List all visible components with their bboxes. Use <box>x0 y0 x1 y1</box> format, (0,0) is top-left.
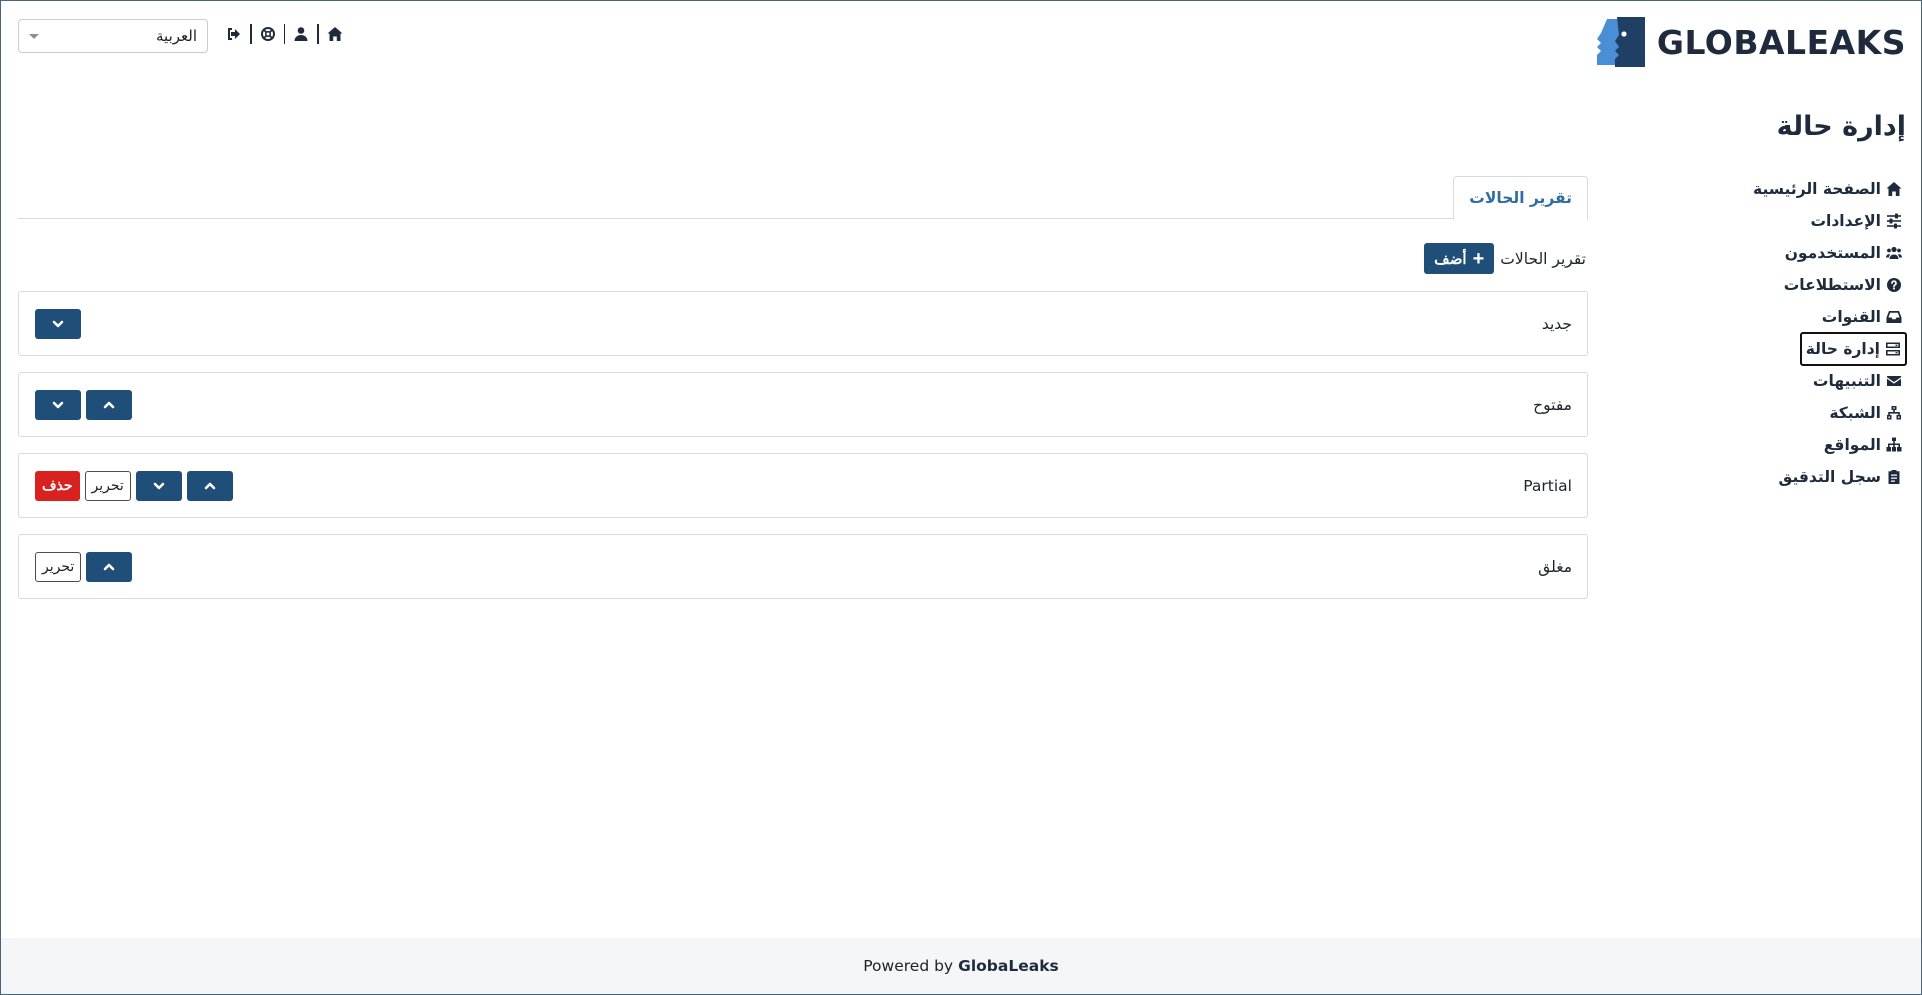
row-actions <box>35 389 132 420</box>
envelope-icon <box>1887 376 1901 386</box>
top-nav <box>223 23 346 45</box>
language-select[interactable]: العربية <box>18 19 208 53</box>
row-actions <box>35 308 81 339</box>
plus-icon: + <box>1472 247 1485 270</box>
edit-button[interactable]: تحرير <box>35 551 82 582</box>
sidebar-item-label: المواقع <box>1823 436 1881 454</box>
status-row: جديد <box>18 291 1588 356</box>
status-name: Partial <box>1523 476 1572 495</box>
clipboard-icon <box>1888 470 1900 484</box>
chevron-up-icon <box>103 401 115 408</box>
row-actions: تحرير <box>35 551 133 582</box>
app-title: GLOBALEAKS <box>1656 22 1906 62</box>
move-down-button[interactable] <box>135 470 182 501</box>
move-down-button[interactable] <box>35 308 81 339</box>
chevron-up-icon <box>204 482 216 489</box>
nav-divider <box>283 24 285 44</box>
add-status-button[interactable]: + أضف <box>1424 243 1495 274</box>
sidebar-item-label: القنوات <box>1821 308 1881 326</box>
status-name: مغلق <box>1538 557 1572 576</box>
app-logo[interactable]: GLOBALEAKS <box>1593 15 1906 69</box>
tab-bar: تقرير الحالات <box>18 176 1588 220</box>
footer-prefix: Powered by <box>863 957 954 975</box>
sidebar-item-users[interactable]: المستخدمون <box>1781 237 1906 269</box>
sidebar-item-label: إدارة حالة <box>1805 340 1880 358</box>
user-icon[interactable] <box>290 23 312 45</box>
support-icon[interactable] <box>257 23 279 45</box>
globaleaks-logo-icon <box>1596 17 1645 67</box>
nav-divider <box>250 24 252 44</box>
chevron-down-icon <box>153 482 165 489</box>
sidebar-item-label: الإعدادات <box>1810 212 1881 230</box>
nav-divider <box>317 24 319 44</box>
network-icon <box>1887 406 1901 420</box>
question-icon <box>1887 278 1901 292</box>
chevron-up-icon <box>103 563 115 570</box>
inbox-icon <box>1886 311 1902 323</box>
users-icon <box>1886 246 1902 259</box>
status-name: مفتوح <box>1533 395 1572 414</box>
sidebar-item-label: المستخدمون <box>1784 244 1881 262</box>
footer: Powered by GlobaLeaks <box>1 938 1921 994</box>
status-list: جديد مفتوح Partial حذف تحرير مغلق تحرير <box>18 291 1588 615</box>
sliders-icon <box>1887 213 1901 229</box>
sidebar-item-notifications[interactable]: التنبيهات <box>1809 365 1906 397</box>
logout-icon[interactable] <box>223 23 245 45</box>
server-icon <box>1886 342 1900 356</box>
sidebar-item-audit-log[interactable]: سجل التدقيق <box>1774 461 1906 493</box>
chevron-down-icon <box>52 401 64 408</box>
sidebar-item-label: سجل التدقيق <box>1778 468 1881 486</box>
move-up-button[interactable] <box>186 470 233 501</box>
delete-button[interactable]: حذف <box>35 470 80 501</box>
sitemap-icon <box>1886 437 1902 452</box>
page-title: إدارة حالة <box>1776 111 1906 142</box>
status-name: جديد <box>1541 314 1572 333</box>
sidebar-item-home[interactable]: الصفحة الرئيسية <box>1749 173 1906 205</box>
sidebar-item-network[interactable]: الشبكة <box>1825 397 1906 429</box>
status-row: Partial حذف تحرير <box>18 453 1588 518</box>
sidebar-item-label: الشبكة <box>1829 404 1881 422</box>
tab-case-reports[interactable]: تقرير الحالات <box>1453 176 1588 220</box>
section-header: تقرير الحالات + أضف <box>1424 243 1586 274</box>
add-status-button-label: أضف <box>1434 250 1467 268</box>
sidebar-item-label: التنبيهات <box>1812 372 1881 390</box>
sidebar-item-case-management[interactable]: إدارة حالة <box>1799 332 1908 366</box>
sidebar-item-channels[interactable]: القنوات <box>1818 301 1906 333</box>
header: GLOBALEAKS العربية <box>1 1 1921 81</box>
status-row: مفتوح <box>18 372 1588 437</box>
section-label: تقرير الحالات <box>1500 249 1586 268</box>
edit-button[interactable]: تحرير <box>84 470 131 501</box>
chevron-down-icon <box>29 33 39 39</box>
move-up-button[interactable] <box>86 551 133 582</box>
language-select-value: العربية <box>156 27 197 45</box>
sidebar: الصفحة الرئيسية الإعدادات المستخدمون الا… <box>1706 173 1908 493</box>
sidebar-item-settings[interactable]: الإعدادات <box>1806 205 1906 237</box>
status-row: مغلق تحرير <box>18 534 1588 599</box>
home-icon <box>1886 182 1902 196</box>
home-icon[interactable] <box>324 23 346 45</box>
sidebar-item-label: الاستطلاعات <box>1783 276 1881 294</box>
move-up-button[interactable] <box>86 389 132 420</box>
sidebar-item-questionnaires[interactable]: الاستطلاعات <box>1780 269 1906 301</box>
move-down-button[interactable] <box>35 389 81 420</box>
footer-brand-link[interactable]: GlobaLeaks <box>958 957 1059 975</box>
chevron-down-icon <box>52 320 64 327</box>
sidebar-item-label: الصفحة الرئيسية <box>1753 180 1881 198</box>
sidebar-item-sites[interactable]: المواقع <box>1820 429 1906 461</box>
row-actions: حذف تحرير <box>35 470 233 501</box>
